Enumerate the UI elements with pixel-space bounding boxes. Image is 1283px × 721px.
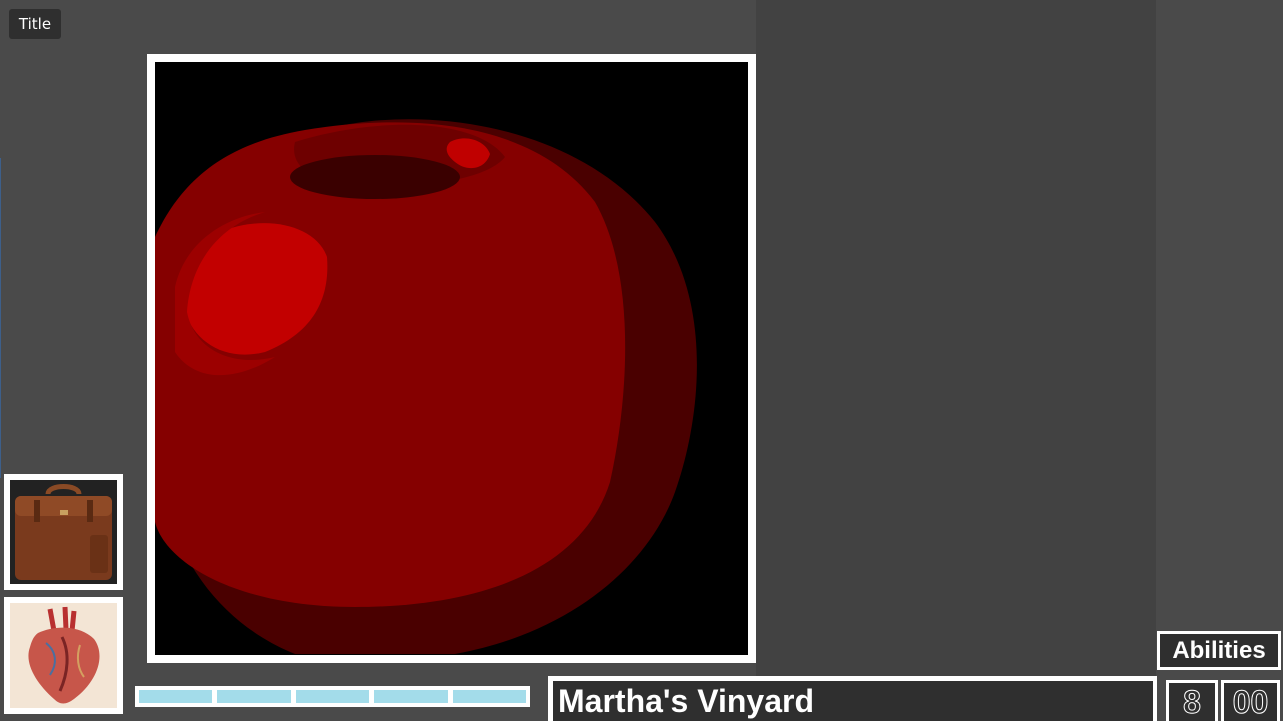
time-hours: 8 [1166,680,1218,721]
left-edge-line [0,158,1,478]
heart-icon [10,603,117,708]
side-panel [756,0,1156,721]
red-apple-icon [155,62,748,655]
time-minutes: 00 [1221,680,1280,721]
abilities-label: Abilities [1160,634,1278,667]
health-segment [139,690,213,703]
briefcase-icon [10,480,117,584]
health-segment [295,690,370,703]
health-segment [452,690,527,703]
main-viewer [147,54,756,663]
health-bar [135,686,530,707]
abilities-button[interactable]: Abilities [1157,631,1281,670]
title-button[interactable]: Title [9,9,61,39]
health-segment [374,690,448,703]
location-name: Martha's Vinyard [553,681,1153,721]
health-segment [217,690,291,703]
location-name-box: Martha's Vinyard [548,676,1157,721]
inventory-slot-heart[interactable] [4,597,123,714]
inventory-slot-briefcase[interactable] [4,474,123,590]
